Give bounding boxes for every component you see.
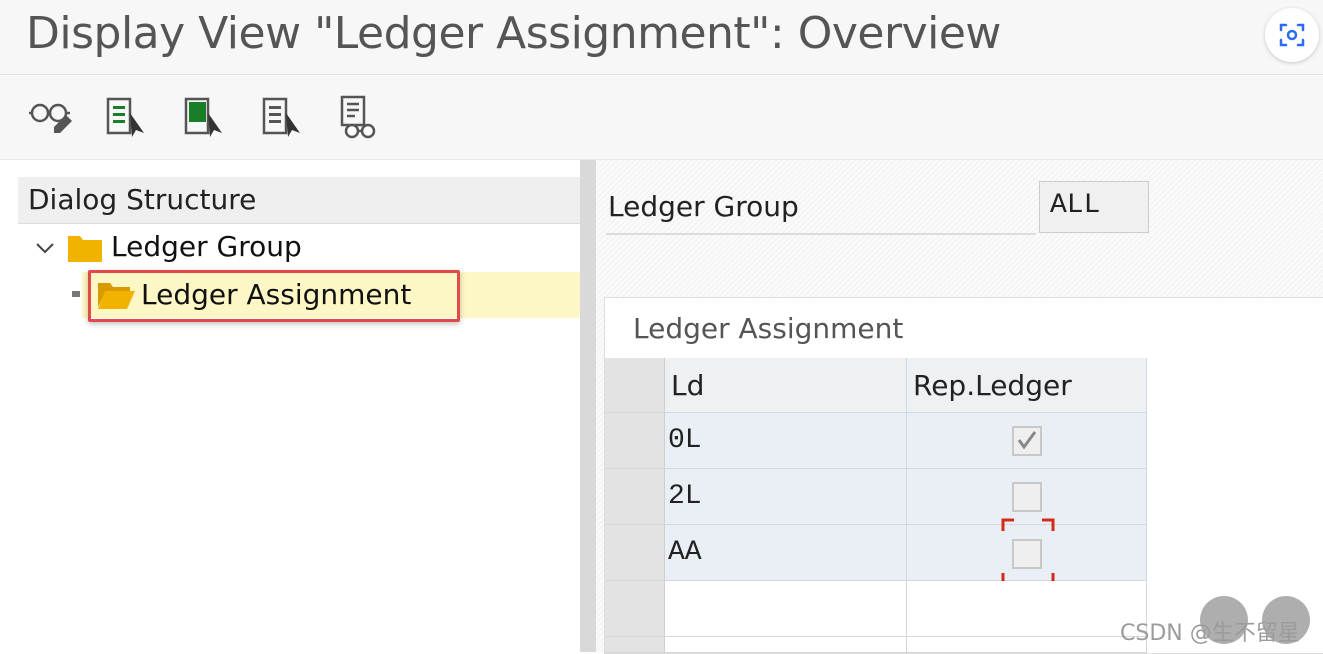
row-selector[interactable]: [605, 413, 665, 469]
detail-pane: Ledger Group ALL Ledger Assignment Ld Re…: [596, 160, 1323, 654]
select-all-icon[interactable]: [102, 93, 152, 143]
cell-rep-ledger: [907, 518, 1147, 586]
tree-connector: [72, 291, 80, 297]
row-selector[interactable]: [605, 525, 665, 581]
chevron-down-icon[interactable]: [34, 240, 56, 256]
scan-icon: [1279, 23, 1305, 47]
select-block-icon[interactable]: [180, 93, 230, 143]
row-selector[interactable]: [605, 581, 665, 637]
focus-corner-brackets: [1001, 518, 1055, 586]
pane-splitter[interactable]: [580, 160, 596, 652]
folder-icon: [68, 236, 102, 262]
screenshot-scan-button[interactable]: [1265, 8, 1319, 62]
page-title: Display View "Ledger Assignment": Overvi…: [26, 8, 1001, 59]
rep-ledger-checkbox[interactable]: [1012, 482, 1042, 512]
row-selector-header[interactable]: [605, 358, 665, 413]
row-selector[interactable]: [605, 637, 665, 653]
tree-item-ledger-group[interactable]: Ledger Group: [111, 230, 302, 263]
cell-ld-empty[interactable]: [665, 637, 907, 653]
checkmark-icon: [1017, 431, 1037, 450]
cell-ld[interactable]: 0L: [665, 413, 907, 469]
watermark-text: CSDN @生不留星: [1120, 621, 1300, 646]
dialog-structure-title: Dialog Structure: [28, 183, 257, 216]
cell-ld[interactable]: AA: [665, 525, 907, 581]
column-header-rep-ledger[interactable]: Rep.Ledger: [907, 358, 1147, 413]
rep-ledger-checkbox-checked[interactable]: [1012, 426, 1042, 456]
column-header-ld[interactable]: Ld: [665, 358, 907, 413]
cell-rep-ledger-empty[interactable]: [907, 637, 1147, 653]
toolbar: [0, 75, 1323, 160]
dialog-structure-pane: Dialog Structure Ledger Group Ledger Ass…: [6, 160, 584, 652]
cell-ld-empty[interactable]: [665, 581, 907, 637]
ledger-group-label: Ledger Group: [608, 190, 799, 223]
dialog-structure-header: Dialog Structure: [18, 177, 580, 224]
deselect-all-icon[interactable]: [258, 93, 308, 143]
display-change-icon[interactable]: [28, 93, 78, 143]
label-underline: [606, 233, 1036, 235]
annotation-highlight-box: [88, 270, 460, 322]
cell-rep-ledger-empty[interactable]: [907, 581, 1147, 637]
cell-ld[interactable]: 2L: [665, 469, 907, 525]
print-preview-icon[interactable]: [336, 93, 386, 143]
title-bar: Display View "Ledger Assignment": Overvi…: [0, 0, 1323, 75]
ledger-group-field[interactable]: ALL: [1039, 181, 1149, 233]
ledger-assignment-title: Ledger Assignment: [633, 312, 904, 345]
cell-rep-ledger: [907, 413, 1147, 469]
row-selector[interactable]: [605, 469, 665, 525]
